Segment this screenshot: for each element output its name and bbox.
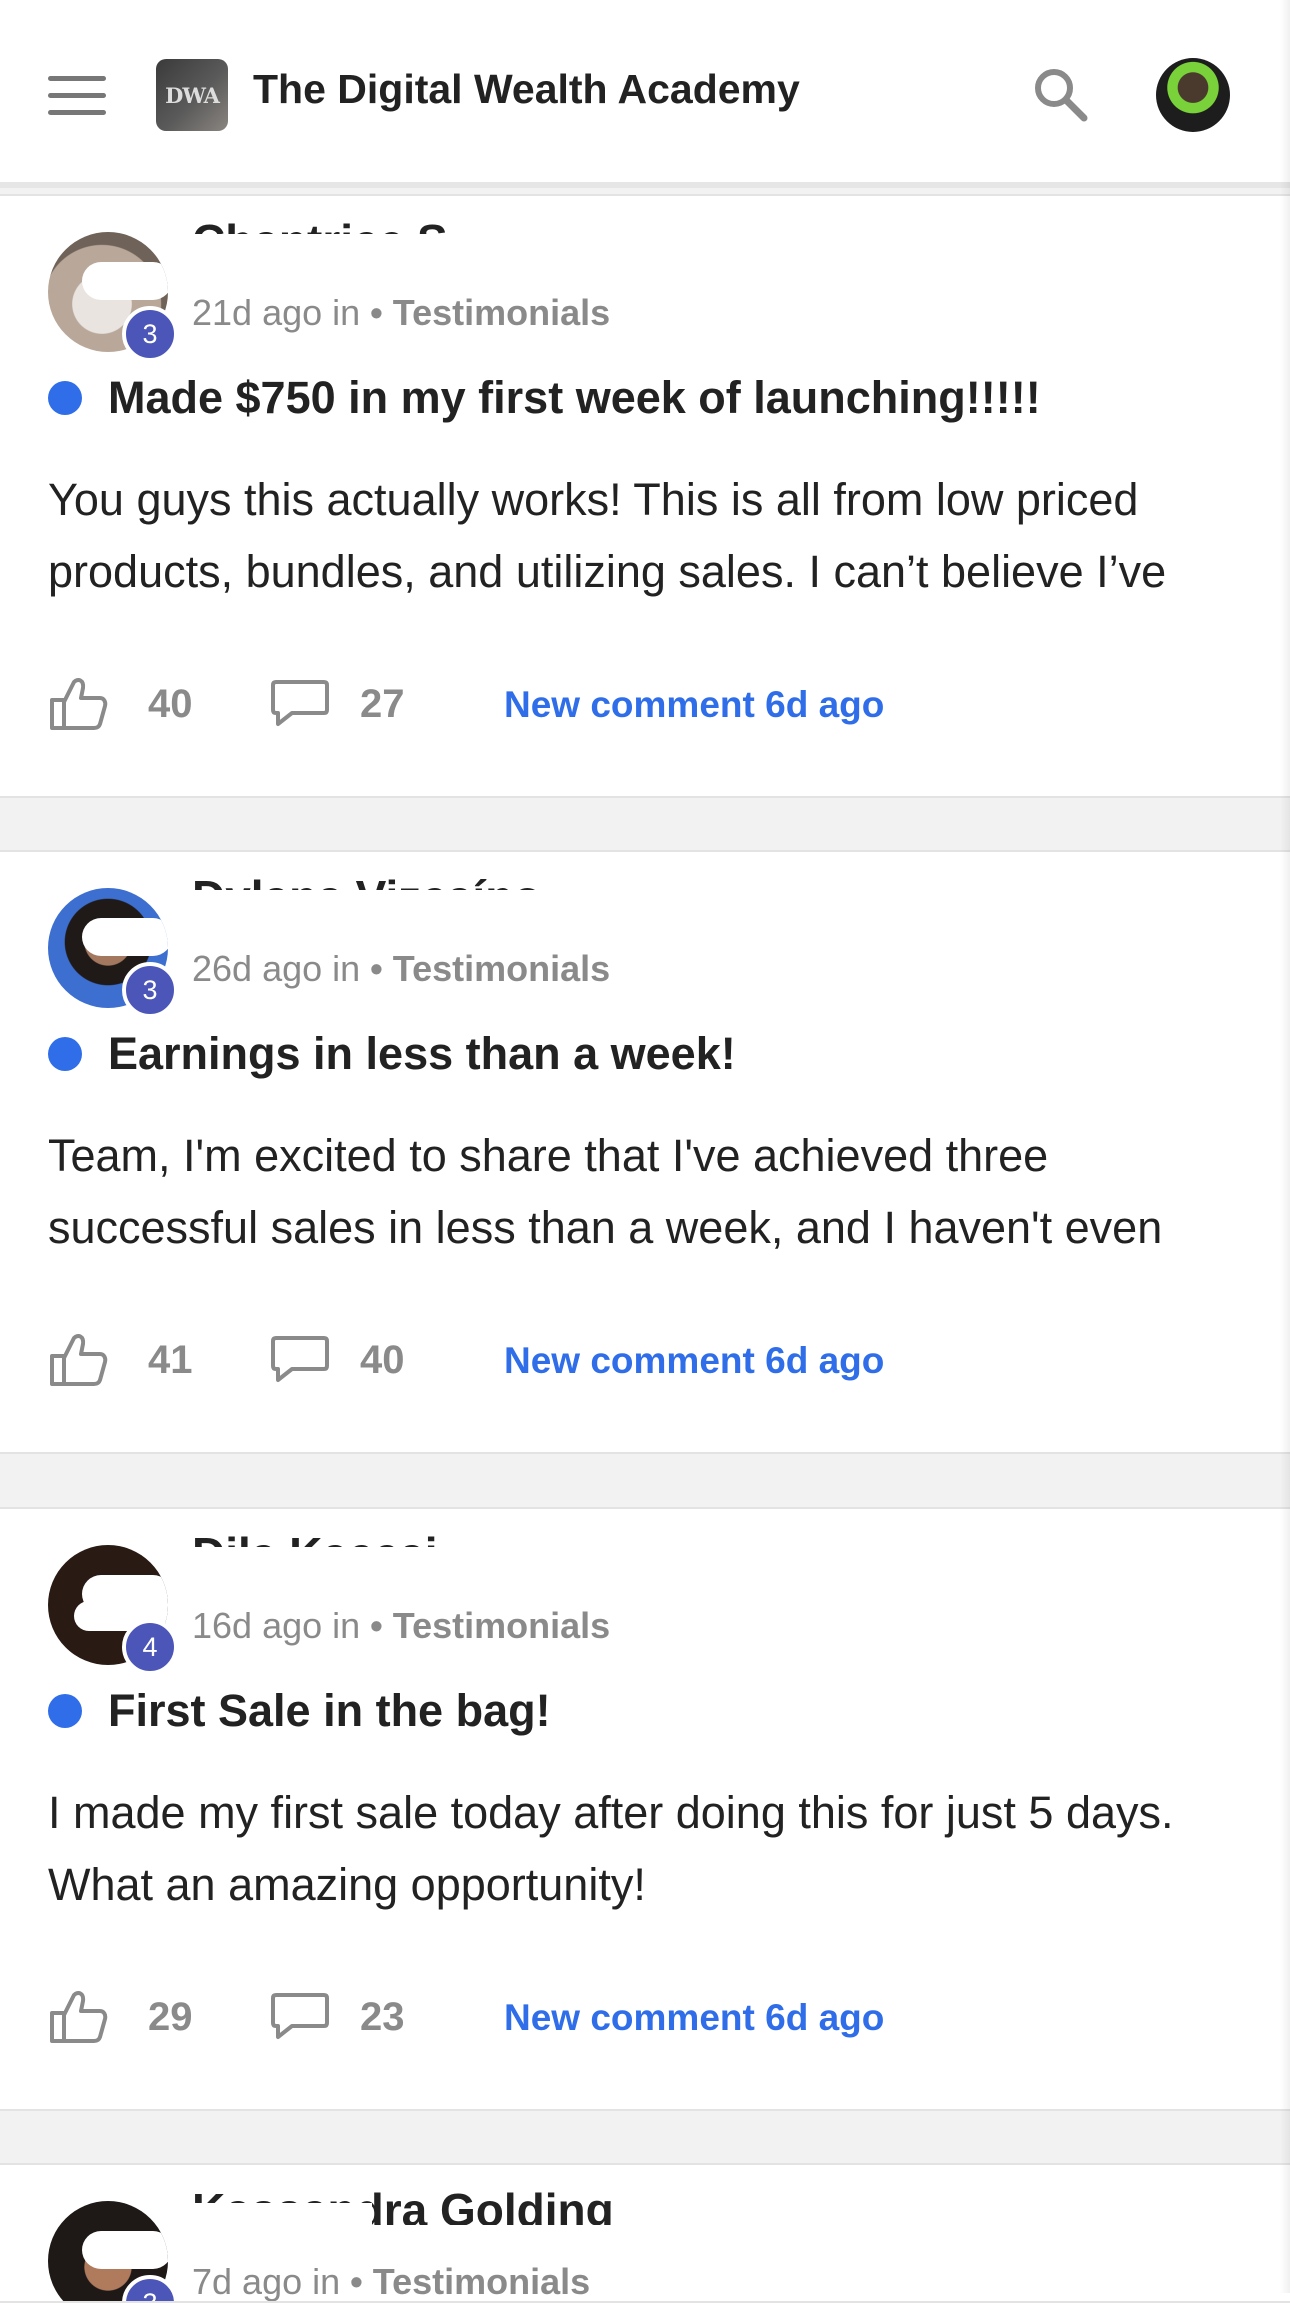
post-title-row[interactable]: Made $750 in my first week of launching!… [48, 372, 1041, 424]
post-category[interactable]: • Testimonials [350, 2261, 590, 2301]
comment-count: 40 [360, 1338, 405, 1382]
author-name-redaction [192, 1547, 592, 1573]
like-count: 41 [148, 1338, 193, 1382]
post-meta: 26d ago in • Testimonials [192, 948, 610, 990]
thumbs-up-icon[interactable] [48, 1989, 108, 2045]
post-card[interactable]: 3 Kassandra Golding 7d ago in • Testimon… [0, 2163, 1290, 2303]
post-title-row[interactable]: First Sale in the bag! [48, 1685, 551, 1737]
post-card[interactable]: 3 Chantrice S 21d ago in • Testimonials … [0, 194, 1290, 798]
like-count: 29 [148, 1995, 193, 2039]
unread-dot-icon [48, 381, 82, 415]
level-badge: 3 [122, 306, 178, 362]
post-card[interactable]: 3 Dylana Vizcaíno 26d ago in • Testimoni… [0, 850, 1290, 1454]
search-icon[interactable] [1030, 64, 1090, 124]
thumbs-up-icon[interactable] [48, 676, 108, 732]
like-count: 40 [148, 682, 193, 726]
post-meta: 16d ago in • Testimonials [192, 1605, 610, 1647]
comment-count: 23 [360, 1995, 405, 2039]
author-avatar[interactable]: 3 [48, 888, 178, 1018]
post-time: 7d ago in [192, 2261, 341, 2302]
unread-dot-icon [48, 1037, 82, 1071]
post-body[interactable]: You guys this actually works! This is al… [48, 464, 1258, 608]
new-comment-link[interactable]: New comment 6d ago [504, 1340, 884, 1382]
user-avatar[interactable] [1156, 58, 1230, 132]
level-badge: 4 [122, 1619, 178, 1675]
author-avatar[interactable]: 4 [48, 1545, 178, 1675]
new-comment-link[interactable]: New comment 6d ago [504, 684, 884, 726]
post-title[interactable]: Earnings in less than a week! [108, 1028, 736, 1080]
author-avatar[interactable]: 3 [48, 232, 178, 362]
comment-icon[interactable] [270, 678, 330, 728]
post-actions: 29 23 New comment 6d ago [48, 1983, 1248, 2047]
post-actions: 40 27 New comment 6d ago [48, 670, 1248, 734]
post-title[interactable]: First Sale in the bag! [108, 1685, 551, 1737]
author-name-redaction [192, 2203, 372, 2229]
app-header: DWA The Digital Wealth Academy [0, 0, 1290, 188]
unread-dot-icon [48, 1694, 82, 1728]
post-category[interactable]: • Testimonials [370, 292, 610, 333]
comment-icon[interactable] [270, 1991, 330, 2041]
comment-count: 27 [360, 682, 405, 726]
post-category[interactable]: • Testimonials [370, 948, 610, 989]
post-time: 26d ago in [192, 948, 361, 989]
community-logo[interactable]: DWA [156, 59, 228, 131]
author-name-redaction [192, 234, 592, 260]
post-time: 16d ago in [192, 1605, 361, 1646]
post-meta: 21d ago in • Testimonials [192, 292, 610, 334]
author-avatar[interactable]: 3 [48, 2201, 178, 2301]
post-actions: 41 40 New comment 6d ago [48, 1326, 1248, 1390]
hamburger-menu-icon[interactable] [48, 76, 106, 116]
post-category[interactable]: • Testimonials [370, 1605, 610, 1646]
post-time: 21d ago in [192, 292, 361, 333]
post-title[interactable]: Made $750 in my first week of launching!… [108, 372, 1041, 424]
post-body[interactable]: I made my first sale today after doing t… [48, 1777, 1258, 1921]
post-body[interactable]: Team, I'm excited to share that I've ach… [48, 1120, 1258, 1264]
community-title[interactable]: The Digital Wealth Academy [253, 66, 800, 113]
post-meta: 7d ago in • Testimonials [192, 2261, 590, 2302]
scroll-edge-shadow [1280, 0, 1290, 2293]
author-name-redaction [192, 890, 592, 916]
post-title-row[interactable]: Earnings in less than a week! [48, 1028, 736, 1080]
thumbs-up-icon[interactable] [48, 1332, 108, 1388]
new-comment-link[interactable]: New comment 6d ago [504, 1997, 884, 2039]
comment-icon[interactable] [270, 1334, 330, 1384]
level-badge: 3 [122, 962, 178, 1018]
post-card[interactable]: 4 Dila Kaccai 16d ago in • Testimonials … [0, 1507, 1290, 2111]
